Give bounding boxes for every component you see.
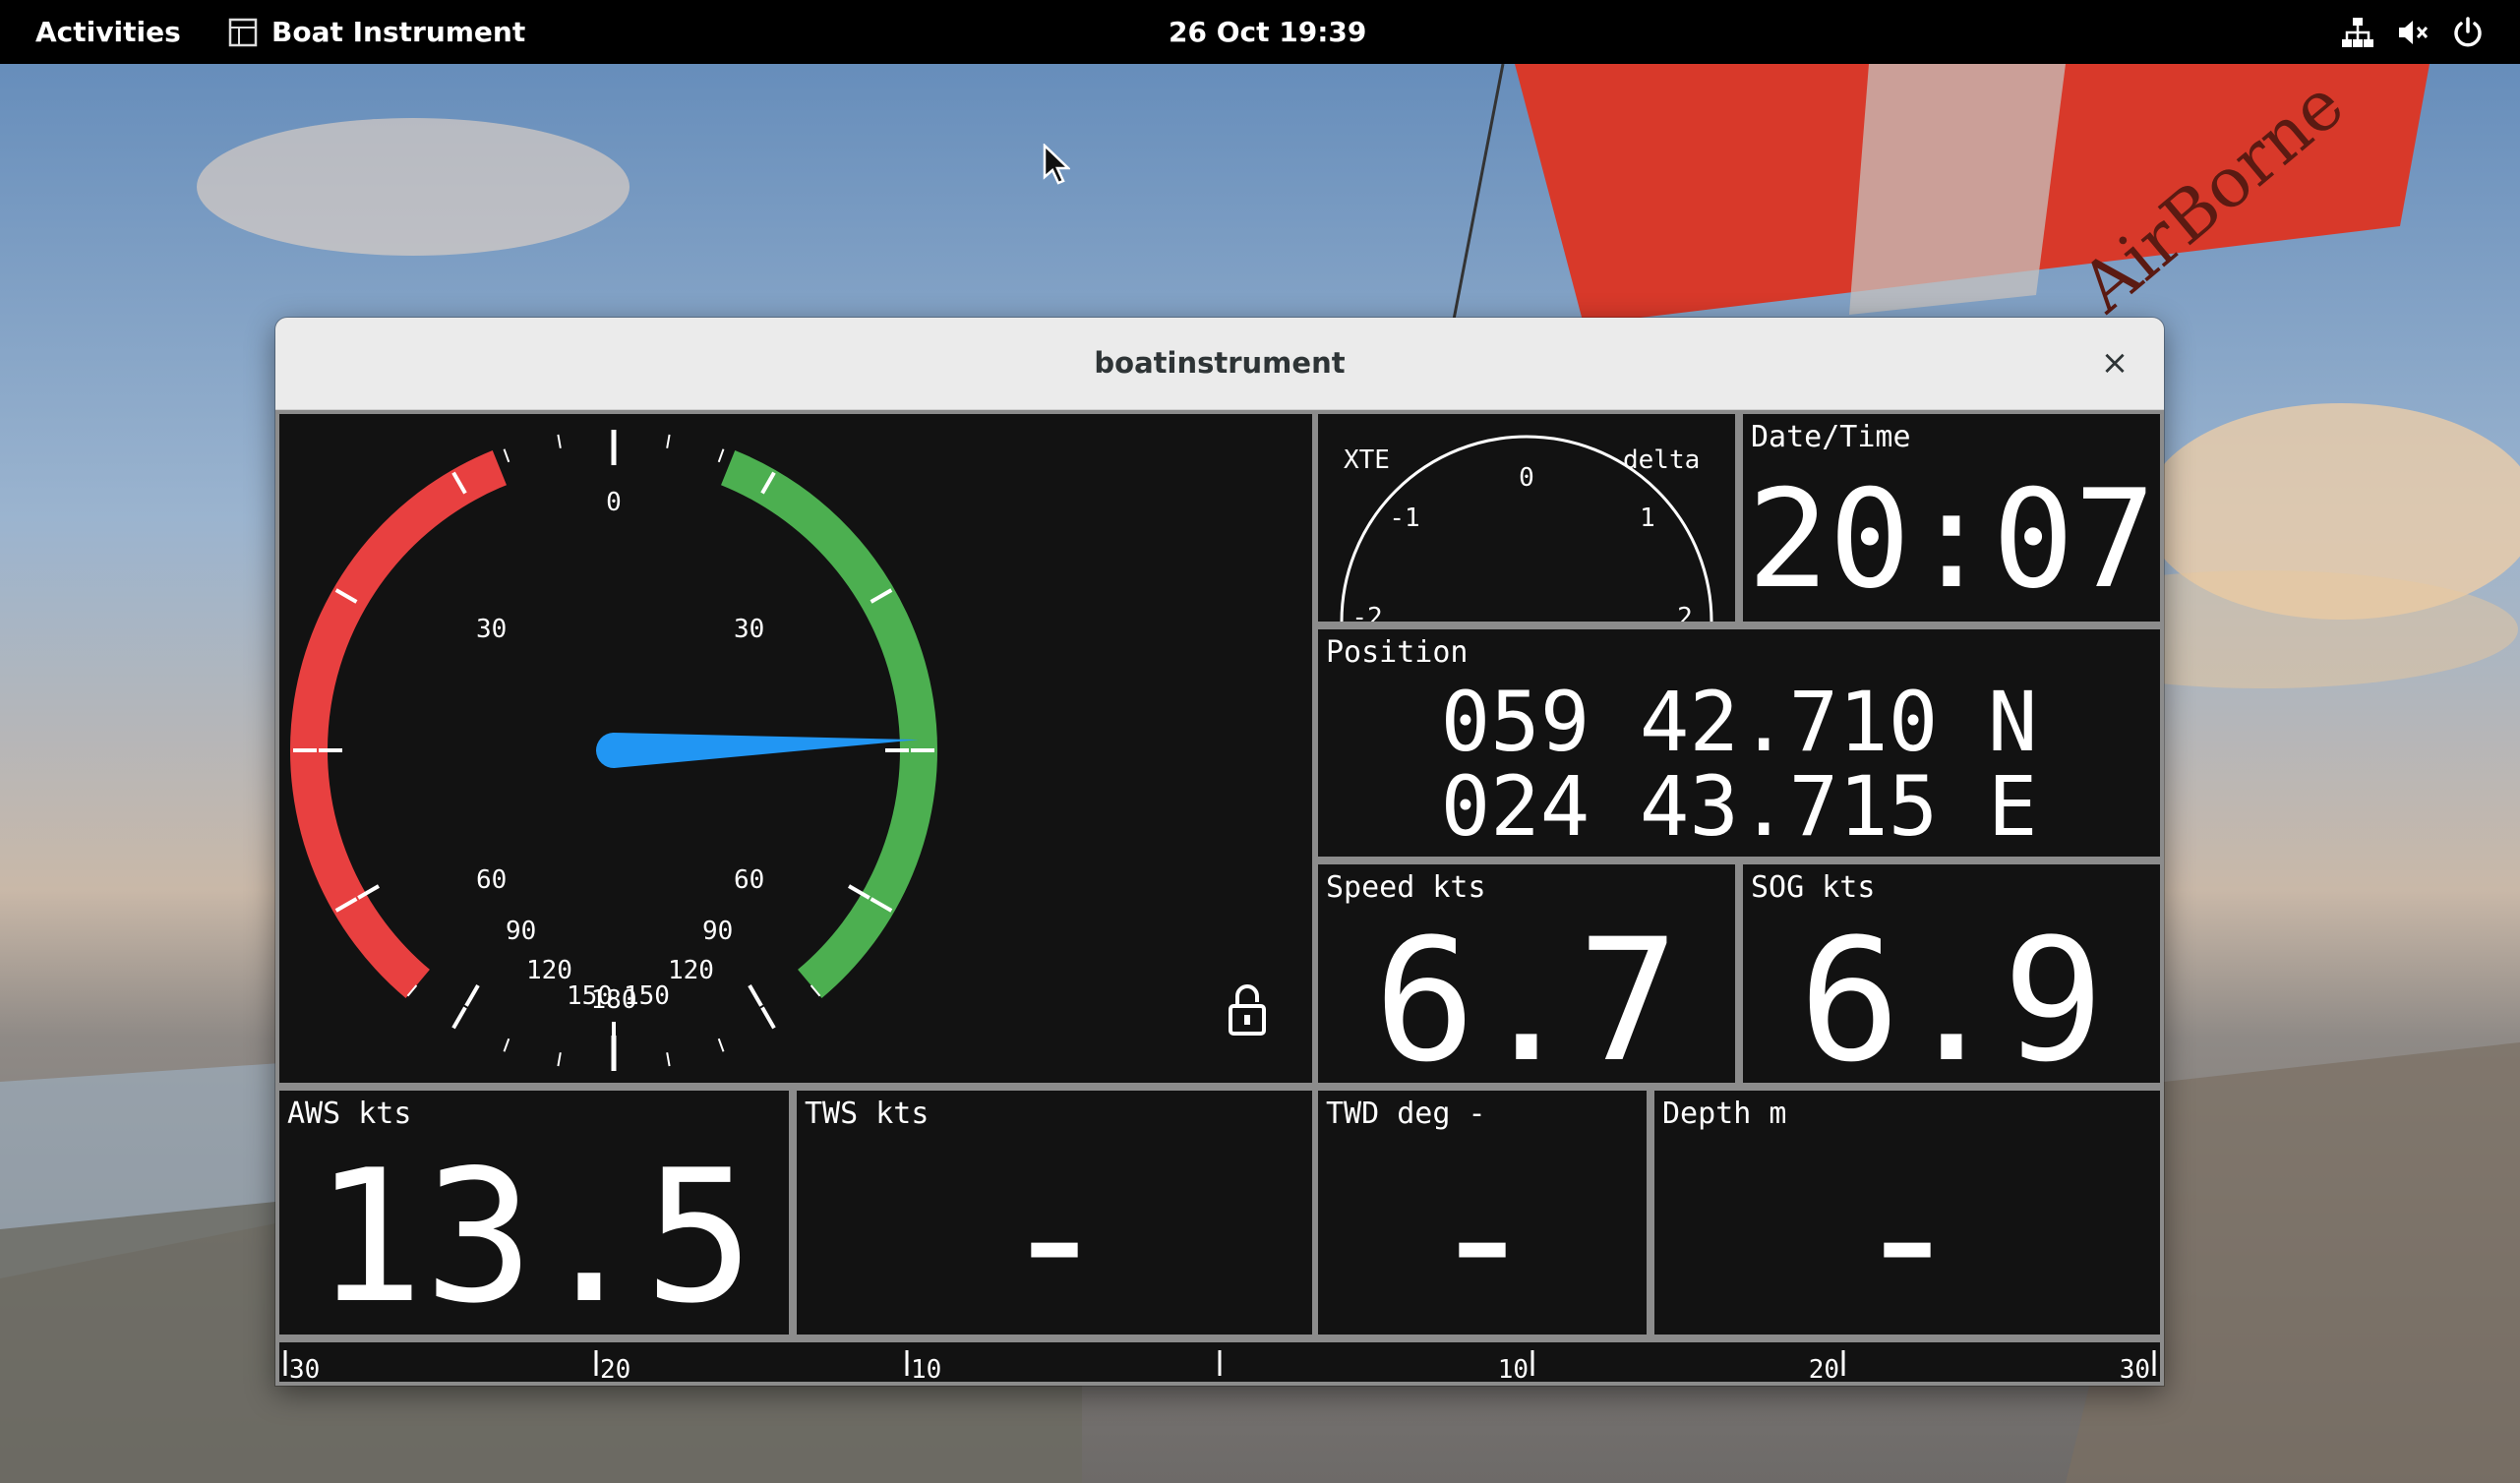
top-bar: Activities Boat Instrument 26 Oct 19:39: [0, 0, 2520, 64]
wind-label-top: 0: [606, 488, 622, 517]
tws-label: TWS kts: [805, 1097, 930, 1131]
app-window-icon: [228, 18, 258, 46]
depth-value: -: [1852, 1130, 1962, 1335]
network-icon[interactable]: [2341, 16, 2374, 49]
wind-label-port-60: 60: [476, 865, 507, 895]
wind-label-port-30: 30: [476, 615, 507, 644]
close-button[interactable]: ×: [2095, 343, 2134, 383]
wind-label-stbd-120: 120: [668, 956, 714, 985]
sog-panel[interactable]: SOG kts 6.9: [1743, 864, 2160, 1083]
wind-label-port-120: 120: [526, 956, 572, 985]
title-bar[interactable]: boatinstrument ×: [275, 318, 2164, 410]
datetime-value: 20:07: [1747, 460, 2156, 619]
wind-label-stbd-150: 150: [624, 981, 670, 1011]
position-panel[interactable]: Position 059 42.710 N 024 43.715 E: [1318, 629, 2160, 857]
wind-dial-tick: [666, 1052, 671, 1067]
power-icon[interactable]: [2451, 16, 2485, 49]
aws-value: 13.5: [314, 1130, 754, 1335]
wind-dial-tick: [503, 448, 510, 463]
xte-scale-2: 2: [1677, 603, 1693, 622]
xte-label: XTE: [1344, 445, 1390, 475]
speed-value: 6.7: [1373, 902, 1680, 1084]
wind-dial-tick: [717, 448, 725, 463]
tws-value: -: [999, 1130, 1110, 1335]
wind-label-stbd-60: 60: [734, 865, 764, 895]
activities-button[interactable]: Activities: [35, 0, 181, 64]
window-title: boatinstrument: [1094, 346, 1346, 380]
port-sector-arc: [290, 449, 508, 999]
speed-label: Speed kts: [1326, 870, 1486, 905]
twd-value: -: [1427, 1130, 1537, 1335]
wind-dial-tick: [503, 1038, 510, 1052]
twd-label: TWD deg -: [1326, 1097, 1486, 1131]
rudder-label-port-30: 30: [289, 1355, 320, 1382]
wind-dial-tick: [717, 1038, 725, 1052]
wind-dial-tick: [451, 1006, 467, 1030]
rudder-label-stbd-30: 30: [2120, 1355, 2150, 1382]
datetime-label: Date/Time: [1751, 420, 1911, 454]
wind-dial-tick: [760, 1006, 776, 1030]
xte-scale-minus1: -1: [1389, 504, 1419, 533]
wind-dial-tick: [557, 434, 562, 448]
rudder-scale[interactable]: 30 20 10 10 20 30: [279, 1342, 2160, 1382]
sog-label: SOG kts: [1751, 870, 1876, 905]
speed-panel[interactable]: Speed kts 6.7: [1318, 864, 1735, 1083]
depth-label: Depth m: [1662, 1097, 1787, 1131]
twd-panel[interactable]: TWD deg - -: [1318, 1091, 1647, 1335]
xte-scale-0: 0: [1519, 463, 1534, 493]
rudder-label-port-20: 20: [600, 1355, 630, 1382]
xte-scale-1: 1: [1640, 504, 1655, 533]
xte-gauge[interactable]: XTE delta 0 -1 1 -2 2: [1318, 414, 1735, 622]
depth-panel[interactable]: Depth m -: [1654, 1091, 2160, 1335]
rudder-scale-ticks: [283, 1350, 2156, 1376]
rudder-label-stbd-20: 20: [1809, 1355, 1839, 1382]
xte-delta-label: delta: [1623, 445, 1700, 475]
wind-label-port-90: 90: [506, 917, 536, 946]
clock[interactable]: 26 Oct 19:39: [1169, 0, 1366, 64]
position-label: Position: [1326, 635, 1469, 670]
wind-needle: [596, 733, 919, 768]
lock-open-icon[interactable]: [1229, 984, 1266, 1036]
aws-label: AWS kts: [287, 1097, 412, 1131]
wind-label-stbd-90: 90: [702, 917, 733, 946]
app-name: Boat Instrument: [271, 16, 526, 48]
starboard-sector-arc: [720, 449, 937, 999]
aws-panel[interactable]: AWS kts 13.5: [279, 1091, 789, 1335]
wind-label-port-150: 150: [567, 981, 613, 1011]
wind-dial-inner-tick: [748, 984, 763, 1007]
position-longitude: 024 43.715 E: [1440, 758, 2038, 855]
rudder-label-stbd-10: 10: [1498, 1355, 1529, 1382]
app-window: boatinstrument × 0 180 30 60 90 120 150 …: [275, 318, 2164, 1386]
xte-scale-minus2: -2: [1351, 603, 1382, 622]
wind-dial-tick: [666, 434, 671, 448]
position-latitude: 059 42.710 N: [1440, 674, 2038, 770]
wind-dial-inner-tick: [464, 984, 480, 1007]
datetime-panel[interactable]: Date/Time 20:07: [1743, 414, 2160, 622]
volume-muted-icon[interactable]: [2396, 16, 2430, 49]
rudder-label-port-10: 10: [911, 1355, 941, 1382]
app-menu[interactable]: Boat Instrument: [228, 0, 525, 64]
sog-value: 6.9: [1798, 902, 2105, 1084]
tws-panel[interactable]: TWS kts -: [797, 1091, 1312, 1335]
wind-label-stbd-30: 30: [734, 615, 764, 644]
apparent-wind-gauge[interactable]: 0 180 30 60 90 120 150 30 60 90 120 150: [279, 414, 1312, 1083]
mouse-cursor-icon: [1043, 144, 1070, 185]
wind-dial-tick: [557, 1052, 562, 1067]
